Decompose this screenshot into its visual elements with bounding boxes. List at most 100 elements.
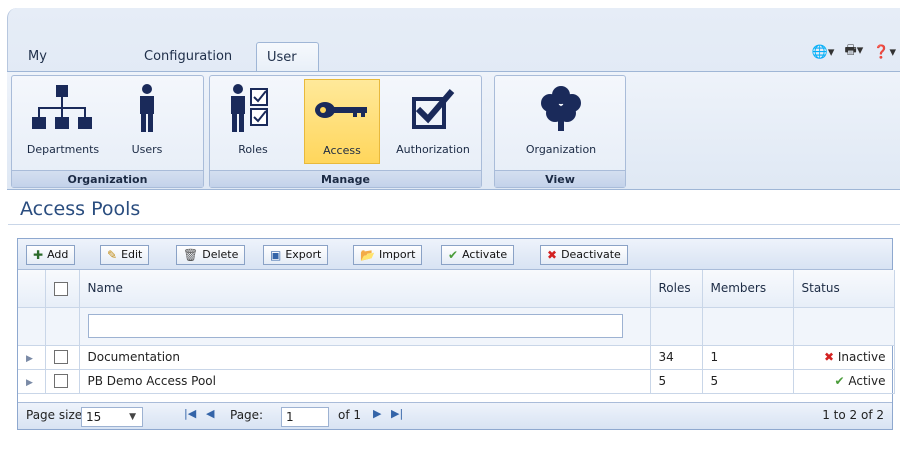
plus-icon: ✚ bbox=[33, 248, 44, 262]
cell-roles: 34 bbox=[650, 345, 703, 370]
access-button[interactable]: Access bbox=[304, 79, 380, 164]
filter-row bbox=[18, 307, 895, 346]
page-size-select[interactable]: 15 ▼ bbox=[81, 407, 143, 427]
page-size-value: 15 bbox=[86, 410, 102, 424]
grid-toolbar: ✚ Add ✎ Edit 🗑 Delete ▣ Export 📂 Import … bbox=[18, 239, 892, 270]
folder-open-icon: 📂 bbox=[360, 248, 375, 262]
inactive-x-icon: ✖ bbox=[823, 350, 835, 364]
cell-status: ✖ Inactive bbox=[793, 345, 895, 370]
export-label: Export bbox=[285, 248, 322, 261]
prev-page-icon[interactable]: ◀ bbox=[206, 407, 214, 420]
activate-label: Activate bbox=[462, 248, 508, 261]
print-icon[interactable]: 🖶▾ bbox=[844, 41, 863, 63]
deactivate-label: Deactivate bbox=[561, 248, 621, 261]
select-all-checkbox[interactable] bbox=[53, 281, 68, 296]
organization-view-label: Organization bbox=[525, 143, 597, 156]
col-roles[interactable]: Roles bbox=[650, 270, 703, 308]
group-view: Organization View bbox=[494, 75, 626, 188]
key-icon bbox=[305, 84, 379, 136]
cell-members: 5 bbox=[702, 369, 794, 394]
edit-label: Edit bbox=[121, 248, 143, 261]
table-row[interactable]: ▶ PB Demo Access Pool 5 5 ✔ Active bbox=[18, 369, 895, 394]
expand-row-icon[interactable]: ▶ bbox=[26, 354, 33, 364]
group-organization-label: Organization bbox=[12, 170, 203, 187]
cell-status: ✔ Active bbox=[793, 369, 895, 394]
page-title: Access Pools bbox=[20, 198, 141, 220]
active-check-icon: ✔ bbox=[834, 374, 845, 388]
checkmark-icon: ✔ bbox=[448, 248, 459, 262]
cell-name: Documentation bbox=[79, 345, 651, 370]
name-filter-input[interactable] bbox=[87, 314, 623, 338]
floppy-disk-icon: ▣ bbox=[270, 248, 282, 262]
group-organization: Departments Users Organization bbox=[11, 75, 204, 188]
users-button[interactable]: Users bbox=[116, 79, 178, 164]
edit-button[interactable]: ✎ Edit bbox=[100, 245, 150, 265]
tab-configuration[interactable]: Configuration bbox=[134, 42, 242, 72]
roles-icon bbox=[216, 83, 290, 135]
cell-roles: 5 bbox=[650, 369, 703, 394]
import-button[interactable]: 📂 Import bbox=[353, 245, 423, 265]
header-row: Name Roles Members Status bbox=[18, 270, 895, 308]
next-page-icon[interactable]: ▶ bbox=[373, 407, 381, 420]
grid-table: Name Roles Members Status ▶ Documentatio… bbox=[18, 270, 895, 394]
trash-icon: 🗑 bbox=[183, 248, 199, 262]
deactivate-button[interactable]: ✖ Deactivate bbox=[540, 245, 628, 265]
header-tools: 🌐▾ 🖶▾ ❓▾ bbox=[812, 42, 896, 62]
row-checkbox[interactable] bbox=[53, 350, 68, 365]
cell-members: 1 bbox=[702, 345, 794, 370]
activate-button[interactable]: ✔ Activate bbox=[441, 245, 515, 265]
page-size-label: Page size: bbox=[26, 408, 87, 422]
page-number-value: 1 bbox=[286, 410, 294, 424]
ribbon-panel: Departments Users Organization Roles Acc… bbox=[7, 71, 900, 190]
roles-label: Roles bbox=[238, 143, 268, 156]
delete-button[interactable]: 🗑 Delete bbox=[176, 245, 246, 265]
page-of-label: of 1 bbox=[338, 408, 362, 422]
title-divider bbox=[8, 224, 900, 225]
access-label: Access bbox=[323, 144, 361, 157]
group-manage: Roles Access Authorization Manage bbox=[209, 75, 482, 188]
pager: Page size: 15 ▼ |◀ ◀ Page: 1 of 1 ▶ ▶| 1… bbox=[18, 402, 892, 429]
col-members[interactable]: Members bbox=[702, 270, 794, 308]
import-label: Import bbox=[378, 248, 416, 261]
page-label: Page: bbox=[230, 408, 264, 422]
roles-button[interactable]: Roles bbox=[216, 79, 290, 164]
status-text: Inactive bbox=[837, 350, 886, 364]
x-icon: ✖ bbox=[547, 248, 558, 262]
last-page-icon[interactable]: ▶| bbox=[391, 407, 403, 420]
chevron-down-icon: ▼ bbox=[129, 412, 136, 422]
help-icon[interactable]: ❓▾ bbox=[873, 45, 896, 60]
language-flag-icon[interactable]: 🌐▾ bbox=[812, 45, 835, 60]
organization-view-button[interactable]: Organization bbox=[503, 79, 619, 164]
org-chart-icon bbox=[18, 83, 108, 135]
first-page-icon[interactable]: |◀ bbox=[184, 407, 196, 420]
departments-label: Departments bbox=[26, 143, 100, 156]
row-checkbox[interactable] bbox=[53, 374, 68, 389]
add-button[interactable]: ✚ Add bbox=[26, 245, 76, 265]
table-row[interactable]: ▶ Documentation 34 1 ✖ Inactive bbox=[18, 345, 895, 370]
access-pools-grid: ✚ Add ✎ Edit 🗑 Delete ▣ Export 📂 Import … bbox=[17, 238, 895, 430]
tab-my-account[interactable]: My Account bbox=[18, 42, 90, 94]
tree-icon bbox=[503, 83, 619, 135]
authorization-button[interactable]: Authorization bbox=[390, 79, 476, 164]
export-button[interactable]: ▣ Export bbox=[263, 245, 329, 265]
select-all-cell bbox=[45, 270, 80, 308]
col-name[interactable]: Name bbox=[79, 270, 651, 308]
status-text: Active bbox=[848, 374, 886, 388]
checkbox-checked-icon bbox=[390, 83, 476, 135]
users-label: Users bbox=[131, 143, 163, 156]
expand-row-icon[interactable]: ▶ bbox=[26, 378, 33, 388]
group-view-label: View bbox=[495, 170, 625, 187]
group-manage-label: Manage bbox=[210, 170, 481, 187]
authorization-label: Authorization bbox=[396, 143, 470, 156]
col-status[interactable]: Status bbox=[793, 270, 895, 308]
departments-button[interactable]: Departments bbox=[18, 79, 108, 164]
delete-label: Delete bbox=[202, 248, 239, 261]
cell-name: PB Demo Access Pool bbox=[79, 369, 651, 394]
pencil-icon: ✎ bbox=[107, 248, 118, 262]
page-number-input[interactable]: 1 bbox=[281, 407, 329, 427]
user-icon bbox=[116, 83, 178, 135]
add-label: Add bbox=[47, 248, 69, 261]
tab-user-admin[interactable]: User Admin bbox=[256, 42, 320, 95]
expand-header bbox=[18, 270, 46, 308]
record-count: 1 to 2 of 2 bbox=[822, 408, 884, 422]
